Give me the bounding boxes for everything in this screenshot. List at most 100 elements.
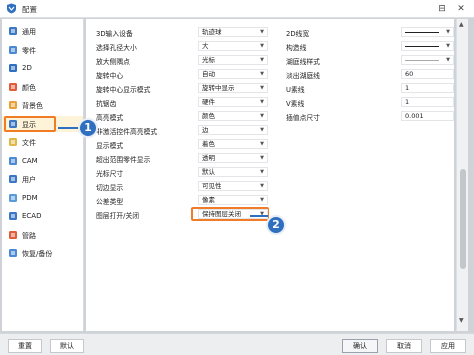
chevron-down-icon[interactable]: ▼: [260, 182, 264, 191]
sidebar-item-label: 文件: [22, 139, 36, 147]
setting-label-right: 湖庭线样式: [286, 58, 320, 66]
setting-label: 超出范围零件显示: [96, 156, 151, 164]
setting-value: 大: [202, 42, 209, 50]
chevron-down-icon[interactable]: ▼: [260, 28, 264, 37]
setting-dropdown[interactable]: 着色 ▼: [198, 139, 268, 149]
setting-dropdown[interactable]: 像素 ▼: [198, 195, 268, 205]
line-style-dropdown[interactable]: ▼: [401, 55, 454, 65]
sidebar-item-label: 零件: [22, 46, 36, 55]
setting-dropdown[interactable]: 默认 ▼: [198, 167, 268, 177]
setting-value: 颜色: [202, 112, 215, 120]
window-title: 配置: [22, 5, 37, 14]
chevron-down-icon[interactable]: ▼: [260, 154, 264, 163]
setting-value: 着色: [202, 140, 215, 148]
setting-value: 硬件: [202, 98, 215, 106]
pin-button[interactable]: ⊟: [436, 3, 448, 15]
ok-button[interactable]: 确认: [342, 339, 378, 353]
setting-dropdown[interactable]: 自动 ▼: [198, 69, 268, 79]
setting-value: 旋转中显示: [202, 84, 235, 92]
setting-dropdown[interactable]: 边 ▼: [198, 125, 268, 135]
chevron-down-icon[interactable]: ▼: [260, 70, 264, 79]
setting-dropdown[interactable]: 硬件 ▼: [198, 97, 268, 107]
setting-dropdown[interactable]: 轨迹球 ▼: [198, 27, 268, 37]
setting-dropdown[interactable]: 颜色 ▼: [198, 111, 268, 121]
display-settings-panel: 3D输入设备 轨迹球 ▼ 2D线宽 ▼ 选择孔径大小大 ▼ 构造线 ▼ 放大侧隅点 光标 ▼ 湖庭线样式…: [86, 19, 454, 331]
sidebar-item-12[interactable]: 恢复/备份: [2, 245, 84, 261]
setting-input-right[interactable]: 60: [401, 69, 454, 79]
setting-label: 非激活控件高亮模式: [96, 128, 158, 136]
vertical-scrollbar[interactable]: ▲ ▼: [456, 19, 468, 331]
line-style-dropdown[interactable]: ▼: [401, 41, 454, 51]
sidebar-item-10[interactable]: ECAD: [2, 208, 84, 224]
chevron-down-icon[interactable]: ▼: [260, 84, 264, 93]
app-logo-icon: [7, 3, 16, 14]
setting-dropdown[interactable]: 光标 ▼: [198, 55, 268, 65]
sidebar-item-label: 2D: [22, 64, 32, 72]
setting-row: 公差类型 像素 ▼: [86, 195, 454, 206]
sidebar-item-11[interactable]: 管路: [2, 227, 84, 243]
setting-input-right[interactable]: 0.001: [401, 111, 454, 121]
chevron-down-icon[interactable]: ▼: [260, 98, 264, 107]
chevron-down-icon[interactable]: ▼: [260, 112, 264, 121]
chevron-down-icon[interactable]: ▼: [260, 42, 264, 51]
setting-value: 光标: [202, 56, 215, 64]
setting-dropdown[interactable]: 保持图层关闭 ▼: [198, 209, 268, 219]
setting-value-right: 60: [405, 70, 414, 78]
setting-row: 选择孔径大小大 ▼ 构造线 ▼: [86, 41, 454, 52]
sidebar-item-6[interactable]: 文件: [2, 134, 84, 150]
part-icon: [8, 45, 18, 55]
setting-input-right[interactable]: 1: [401, 97, 454, 107]
setting-row: 抗锯齿 硬件 ▼ V素线 1: [86, 97, 454, 108]
sidebar-item-9[interactable]: PDM: [2, 190, 84, 206]
setting-label: 图层打开/关闭: [96, 212, 140, 220]
pdm-icon: [8, 193, 18, 203]
chevron-down-icon[interactable]: ▼: [446, 42, 450, 51]
setting-dropdown[interactable]: 大 ▼: [198, 41, 268, 51]
setting-row: 显示模式 着色 ▼: [86, 139, 454, 150]
sidebar-item-3[interactable]: 颜色: [2, 79, 84, 95]
sidebar-item-label: PDM: [22, 193, 38, 202]
setting-row: 高亮模式 颜色 ▼ 插值点尺寸 0.001: [86, 111, 454, 122]
sidebar-item-8[interactable]: 用户: [2, 171, 84, 187]
user-icon: [8, 174, 18, 184]
sidebar-item-label: 恢复/备份: [22, 250, 53, 258]
2d-icon: [8, 63, 18, 73]
setting-row: 3D输入设备 轨迹球 ▼ 2D线宽 ▼: [86, 27, 454, 38]
chevron-down-icon[interactable]: ▼: [446, 28, 450, 37]
restore-icon: [8, 248, 18, 258]
sidebar-item-label: 通用: [22, 28, 36, 36]
setting-dropdown[interactable]: 透明 ▼: [198, 153, 268, 163]
close-button[interactable]: ✕: [455, 3, 467, 15]
sidebar-item-0[interactable]: 通用: [2, 23, 84, 39]
sidebar-item-label: 背景色: [22, 102, 43, 110]
sidebar-item-1[interactable]: 零件: [2, 42, 84, 58]
chevron-down-icon[interactable]: ▼: [260, 140, 264, 149]
setting-input-right[interactable]: 1: [401, 83, 454, 93]
sidebar-item-5[interactable]: 显示: [2, 115, 84, 132]
setting-label-right: 2D线宽: [286, 30, 310, 38]
setting-label-right: 淡出湖庭线: [286, 72, 320, 80]
sidebar-item-7[interactable]: CAM: [2, 153, 84, 169]
scroll-thumb[interactable]: [460, 169, 466, 269]
callout-marker-1: 1: [78, 118, 98, 138]
cancel-button[interactable]: 取消: [386, 339, 422, 353]
chevron-down-icon[interactable]: ▼: [260, 168, 264, 177]
chevron-down-icon[interactable]: ▼: [446, 56, 450, 65]
default-button[interactable]: 默认: [50, 339, 84, 353]
chevron-down-icon[interactable]: ▼: [260, 126, 264, 135]
scroll-up-icon[interactable]: ▲: [459, 21, 464, 28]
settings-sidebar: 通用零件 2D 颜色背景色显示文件 CAM 用户 PDM ECAD 管路恢复/备份: [2, 19, 84, 331]
sidebar-item-2[interactable]: 2D: [2, 60, 84, 76]
chevron-down-icon[interactable]: ▼: [260, 196, 264, 205]
setting-dropdown[interactable]: 旋转中显示 ▼: [198, 83, 268, 93]
setting-value: 像素: [202, 196, 215, 204]
setting-label: 放大侧隅点: [96, 58, 130, 66]
line-style-dropdown[interactable]: ▼: [401, 27, 454, 37]
callout-line-1: [58, 127, 80, 129]
setting-dropdown[interactable]: 可见性 ▼: [198, 181, 268, 191]
reset-button[interactable]: 重置: [8, 339, 42, 353]
sidebar-item-4[interactable]: 背景色: [2, 97, 84, 113]
scroll-down-icon[interactable]: ▼: [459, 317, 464, 324]
apply-button[interactable]: 应用: [430, 339, 466, 353]
chevron-down-icon[interactable]: ▼: [260, 56, 264, 65]
